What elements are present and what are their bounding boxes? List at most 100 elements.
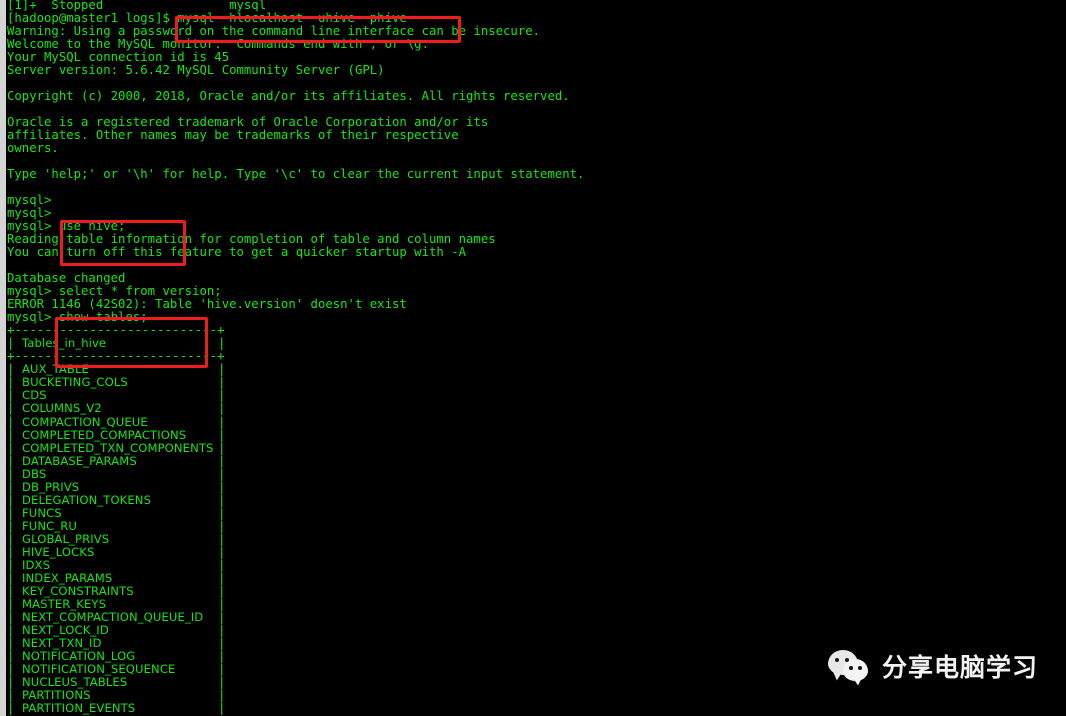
table-cell-value: DB_PRIVS [22,479,80,494]
table-cell-divider: | [7,674,23,689]
table-cell-divider: | [7,427,23,442]
table-cell-divider: | [218,401,226,416]
table-cell-value: NOTIFICATION_SEQUENCE [22,661,176,676]
table-row: | NEXT_COMPACTION_QUEUE_ID | [0,609,1066,624]
table-cell-divider: | [7,440,23,455]
table-cell-divider: | [218,479,226,494]
table-cell-divider: | [7,505,23,520]
table-cell-value: NUCLEUS_TABLES [22,674,128,689]
table-cell-divider: | [218,544,226,559]
table-cell-divider: | [7,557,23,572]
table-cell-divider: | [7,375,23,390]
terminal-line: Copyright (c) 2000, 2018, Oracle and/or … [7,89,570,104]
terminal-line: mysql> [7,206,52,221]
table-cell-divider: | [218,557,226,572]
table-cell-value: DELEGATION_TOKENS [22,492,152,507]
table-cell-divider: | [7,453,23,468]
terminal-line: ERROR 1146 (42S02): Table 'hive.version'… [7,297,407,312]
table-cell-value: HIVE_LOCKS [22,544,95,559]
table-cell-divider: | [218,362,226,377]
table-cell-divider: | [7,700,23,715]
annotation-box-use-hive [60,220,186,266]
table-row: | NEXT_LOCK_ID | [0,622,1066,637]
table-cell-value: IDXS [22,557,51,572]
table-cell-divider: | [218,453,226,468]
table-cell-divider: | [7,479,23,494]
table-cell-divider: | [7,596,23,611]
table-row: | COMPLETED_COMPACTIONS | [0,427,1066,442]
table-row: | COMPACTION_QUEUE | [0,414,1066,429]
table-cell-divider: | [7,388,23,403]
table-cell-divider: | [218,583,226,598]
watermark: 分享电脑学习 [828,650,1038,684]
table-cell-value: KEY_CONSTRAINTS [22,583,134,598]
table-cell-value: DBS [22,466,47,481]
terminal-line: Type 'help;' or '\h' for help. Type '\c'… [7,167,585,182]
table-row: | INDEX_PARAMS | [0,570,1066,585]
table-cell-value: NEXT_LOCK_ID [22,622,109,637]
table-cell-value: MASTER_KEYS [22,596,107,611]
table-cell-divider: | [7,583,23,598]
table-cell-divider: | [7,544,23,559]
table-cell-divider: | [218,414,226,429]
table-cell-value: COMPLETED_TXN_COMPONENTS [22,440,214,455]
table-cell-value: PARTITIONS [22,687,91,702]
table-cell-divider: | [7,570,23,585]
annotation-box-mysql-command [175,16,461,43]
table-cell-divider: | [218,687,226,702]
table-cell-value: NOTIFICATION_LOG [22,648,136,663]
table-cell-divider: | [7,661,23,676]
table-cell-divider: | [218,700,226,715]
table-cell-value: COMPACTION_QUEUE [22,414,148,429]
table-cell-divider: | [218,336,226,351]
table-row: | PARTITION_EVENTS | [0,700,1066,715]
table-cell-divider: | [7,492,23,507]
table-cell-divider: | [218,505,226,520]
table-row: | FUNCS | [0,505,1066,520]
table-cell-divider: | [7,518,23,533]
table-cell-value: INDEX_PARAMS [22,570,113,585]
table-cell-divider: | [218,427,226,442]
table-row: | DB_PRIVS | [0,479,1066,494]
table-cell-divider: | [218,440,226,455]
table-cell-value: COLUMNS_V2 [22,401,102,416]
table-cell-divider: | [7,466,23,481]
watermark-text: 分享电脑学习 [882,652,1039,682]
table-row: | PARTITIONS | [0,687,1066,702]
table-cell-divider: | [218,596,226,611]
table-cell-divider: | [7,362,23,377]
table-row: | COMPLETED_TXN_COMPONENTS | [0,440,1066,455]
terminal-line: affiliates. Other names may be trademark… [7,128,459,143]
table-cell-value: FUNC_RU [22,518,77,533]
table-cell-value: GLOBAL_PRIVS [22,531,110,546]
table-cell-divider: | [218,674,226,689]
scrollbar-thumb[interactable] [0,0,6,716]
table-cell-divider: | [7,401,23,416]
table-cell-divider: | [218,635,226,650]
table-row: | KEY_CONSTRAINTS | [0,583,1066,598]
table-cell-value: FUNCS [22,505,62,520]
terminal-line: owners. [7,141,59,156]
table-cell-value: PARTITION_EVENTS [22,700,136,715]
table-cell-value: COMPLETED_COMPACTIONS [22,427,187,442]
wechat-icon [828,650,872,684]
table-cell-value: NEXT_TXN_ID [22,635,102,650]
table-row: | CDS | [0,389,1066,402]
table-row: | MASTER_KEYS | [0,596,1066,611]
table-cell-divider: | [7,622,23,637]
table-cell-divider: | [7,609,23,624]
table-row: | BUCKETING_COLS | [0,376,1066,389]
table-cell-divider: | [218,661,226,676]
terminal-scrollbar[interactable] [0,0,6,716]
table-cell-divider: | [7,414,23,429]
table-cell-divider: | [7,648,23,663]
table-cell-divider: | [7,336,23,351]
table-row: | FUNC_RU | [0,518,1066,533]
table-cell-divider: | [218,622,226,637]
table-row: | DATABASE_PARAMS | [0,453,1066,468]
table-cell-divider: | [218,609,226,624]
table-row: | DELEGATION_TOKENS | [0,492,1066,507]
table-cell-value: BUCKETING_COLS [22,375,128,390]
terminal-line: mysql> [7,193,52,208]
